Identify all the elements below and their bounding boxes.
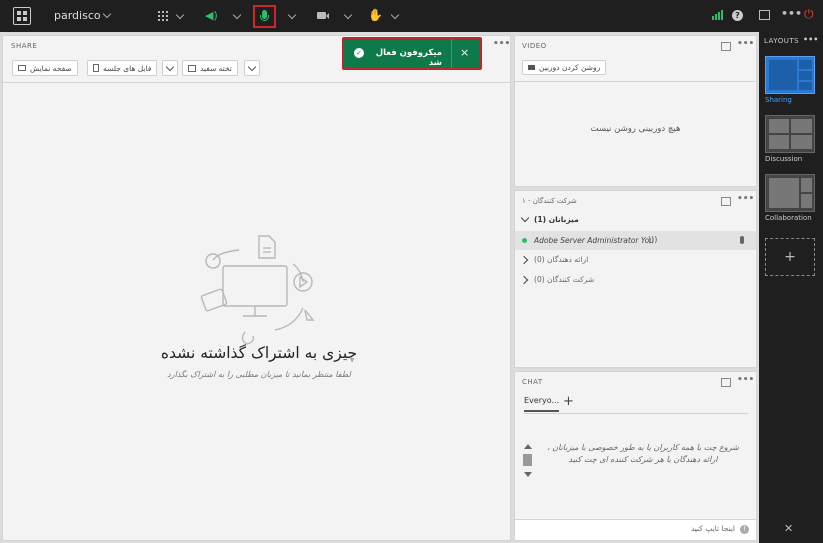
whiteboard-button[interactable]: تخته سفید	[182, 60, 238, 76]
chat-pod-title: CHAT	[522, 378, 543, 386]
help-icon[interactable]: ?	[732, 10, 743, 21]
no-camera-text: هیچ دوربینی روشن نیست	[590, 124, 681, 134]
layout-discussion-label[interactable]: Discussion	[765, 155, 802, 163]
raise-hand-icon[interactable]: ✋	[368, 9, 383, 21]
power-icon[interactable]: ⏻	[804, 8, 814, 20]
top-toolbar: pardisco ◀) ✋ ? ••• ⏻	[0, 0, 823, 32]
speaking-icon: )))	[648, 235, 658, 244]
whiteboard-icon	[188, 64, 196, 72]
chat-pod: CHAT ••• Everyo... + شروع چت با همه کارب…	[514, 371, 757, 541]
check-circle-icon: ✓	[354, 48, 364, 58]
camera-chevron-icon[interactable]	[343, 10, 353, 20]
signal-icon	[712, 10, 724, 20]
layout-collaboration-label[interactable]: Collaboration	[765, 214, 812, 222]
video-pod: VIDEO ••• روشن کردن دوربین هیچ دوربینی ر…	[514, 35, 757, 187]
speaker-icon[interactable]: ◀)	[205, 10, 218, 22]
monitor-icon	[18, 65, 26, 71]
video-pod-title: VIDEO	[522, 42, 547, 50]
add-layout-button[interactable]: +	[765, 238, 815, 276]
chat-empty-text: شروع چت با همه کاربران یا به طور خصوصی ب…	[547, 443, 739, 464]
layout-discussion-thumb[interactable]	[765, 115, 815, 153]
add-chat-tab-button[interactable]: +	[563, 394, 574, 409]
microphone-button[interactable]	[253, 5, 276, 28]
files-chevron-button[interactable]	[162, 60, 178, 76]
share-empty-illustration	[200, 235, 315, 345]
chat-input[interactable]: ! اینجا تایپ کنید	[515, 520, 756, 540]
share-pod: SHARE ••• صفحه نمایش فایل های جلسه تخته …	[2, 35, 511, 541]
share-empty-subtitle: لطفا منتظر بمانید تا میزبان مطلبی را به …	[167, 370, 351, 379]
screen-share-button[interactable]: صفحه نمایش	[12, 60, 78, 76]
app-title[interactable]: pardisco	[54, 9, 101, 22]
turn-on-camera-button[interactable]: روشن کردن دوربین	[522, 60, 607, 75]
share-empty-title: چیزی به اشتراک گذاشته نشده	[160, 344, 358, 362]
camera-icon	[528, 65, 535, 70]
presenters-group[interactable]: ارائه دهندگان (0)	[515, 251, 756, 270]
file-icon	[93, 64, 99, 72]
host-row[interactable]: Adobe Server Administrator You )))	[515, 231, 756, 250]
share-options-icon[interactable]: •••	[493, 39, 510, 49]
microphone-chevron-icon[interactable]	[287, 10, 297, 20]
chat-scrollbar[interactable]	[523, 444, 533, 480]
chevron-right-icon	[519, 275, 529, 285]
layout-sharing-label[interactable]: Sharing	[765, 96, 792, 104]
video-options-icon[interactable]: •••	[737, 39, 754, 49]
layouts-panel: LAYOUTS ••• Sharing Discussion Collabora…	[759, 32, 823, 543]
chevron-down-icon	[165, 62, 175, 72]
camera-icon[interactable]	[317, 12, 326, 19]
layout-sharing-thumb[interactable]	[765, 56, 815, 94]
toast-close-button[interactable]: ×	[460, 46, 469, 59]
raise-hand-chevron-icon[interactable]	[390, 10, 400, 20]
hosts-group[interactable]: میزبانان (1)	[515, 211, 756, 230]
layouts-options-icon[interactable]: •••	[803, 35, 818, 44]
fullscreen-icon[interactable]	[759, 10, 770, 20]
participants-group[interactable]: شرکت کنندگان (0)	[515, 271, 756, 290]
chevron-down-icon	[247, 62, 257, 72]
attendees-options-icon[interactable]: •••	[737, 194, 754, 204]
toast-message: میکروفون فعال شد	[375, 48, 442, 68]
chevron-right-icon	[519, 255, 529, 265]
microphone-toast: × میکروفون فعال شد ✓	[342, 37, 482, 70]
video-fullscreen-icon[interactable]	[721, 42, 731, 51]
info-icon: !	[740, 525, 749, 534]
app-menu-chevron-icon[interactable]	[102, 9, 112, 19]
attendees-pod-title: شرکت کنندگان - ۱	[522, 197, 577, 205]
chat-fullscreen-icon[interactable]	[721, 378, 731, 387]
attendees-fullscreen-icon[interactable]	[721, 197, 731, 206]
layout-collaboration-thumb[interactable]	[765, 174, 815, 212]
chevron-down-icon	[520, 213, 530, 223]
chat-tab-everyone[interactable]: Everyo...	[524, 396, 560, 412]
more-icon[interactable]: •••	[781, 8, 802, 20]
app-menu-icon[interactable]	[13, 7, 31, 25]
apps-chevron-icon[interactable]	[175, 10, 185, 20]
chat-options-icon[interactable]: •••	[737, 375, 754, 385]
whiteboard-chevron-button[interactable]	[244, 60, 260, 76]
tools-icon[interactable]: ✕	[784, 522, 793, 535]
session-files-button[interactable]: فایل های جلسه	[87, 60, 158, 76]
online-status-dot	[522, 238, 527, 243]
microphone-icon	[740, 236, 744, 244]
layouts-title: LAYOUTS	[764, 37, 800, 45]
share-pod-title: SHARE	[11, 42, 38, 50]
apps-icon[interactable]	[158, 11, 168, 21]
speaker-chevron-icon[interactable]	[232, 10, 242, 20]
